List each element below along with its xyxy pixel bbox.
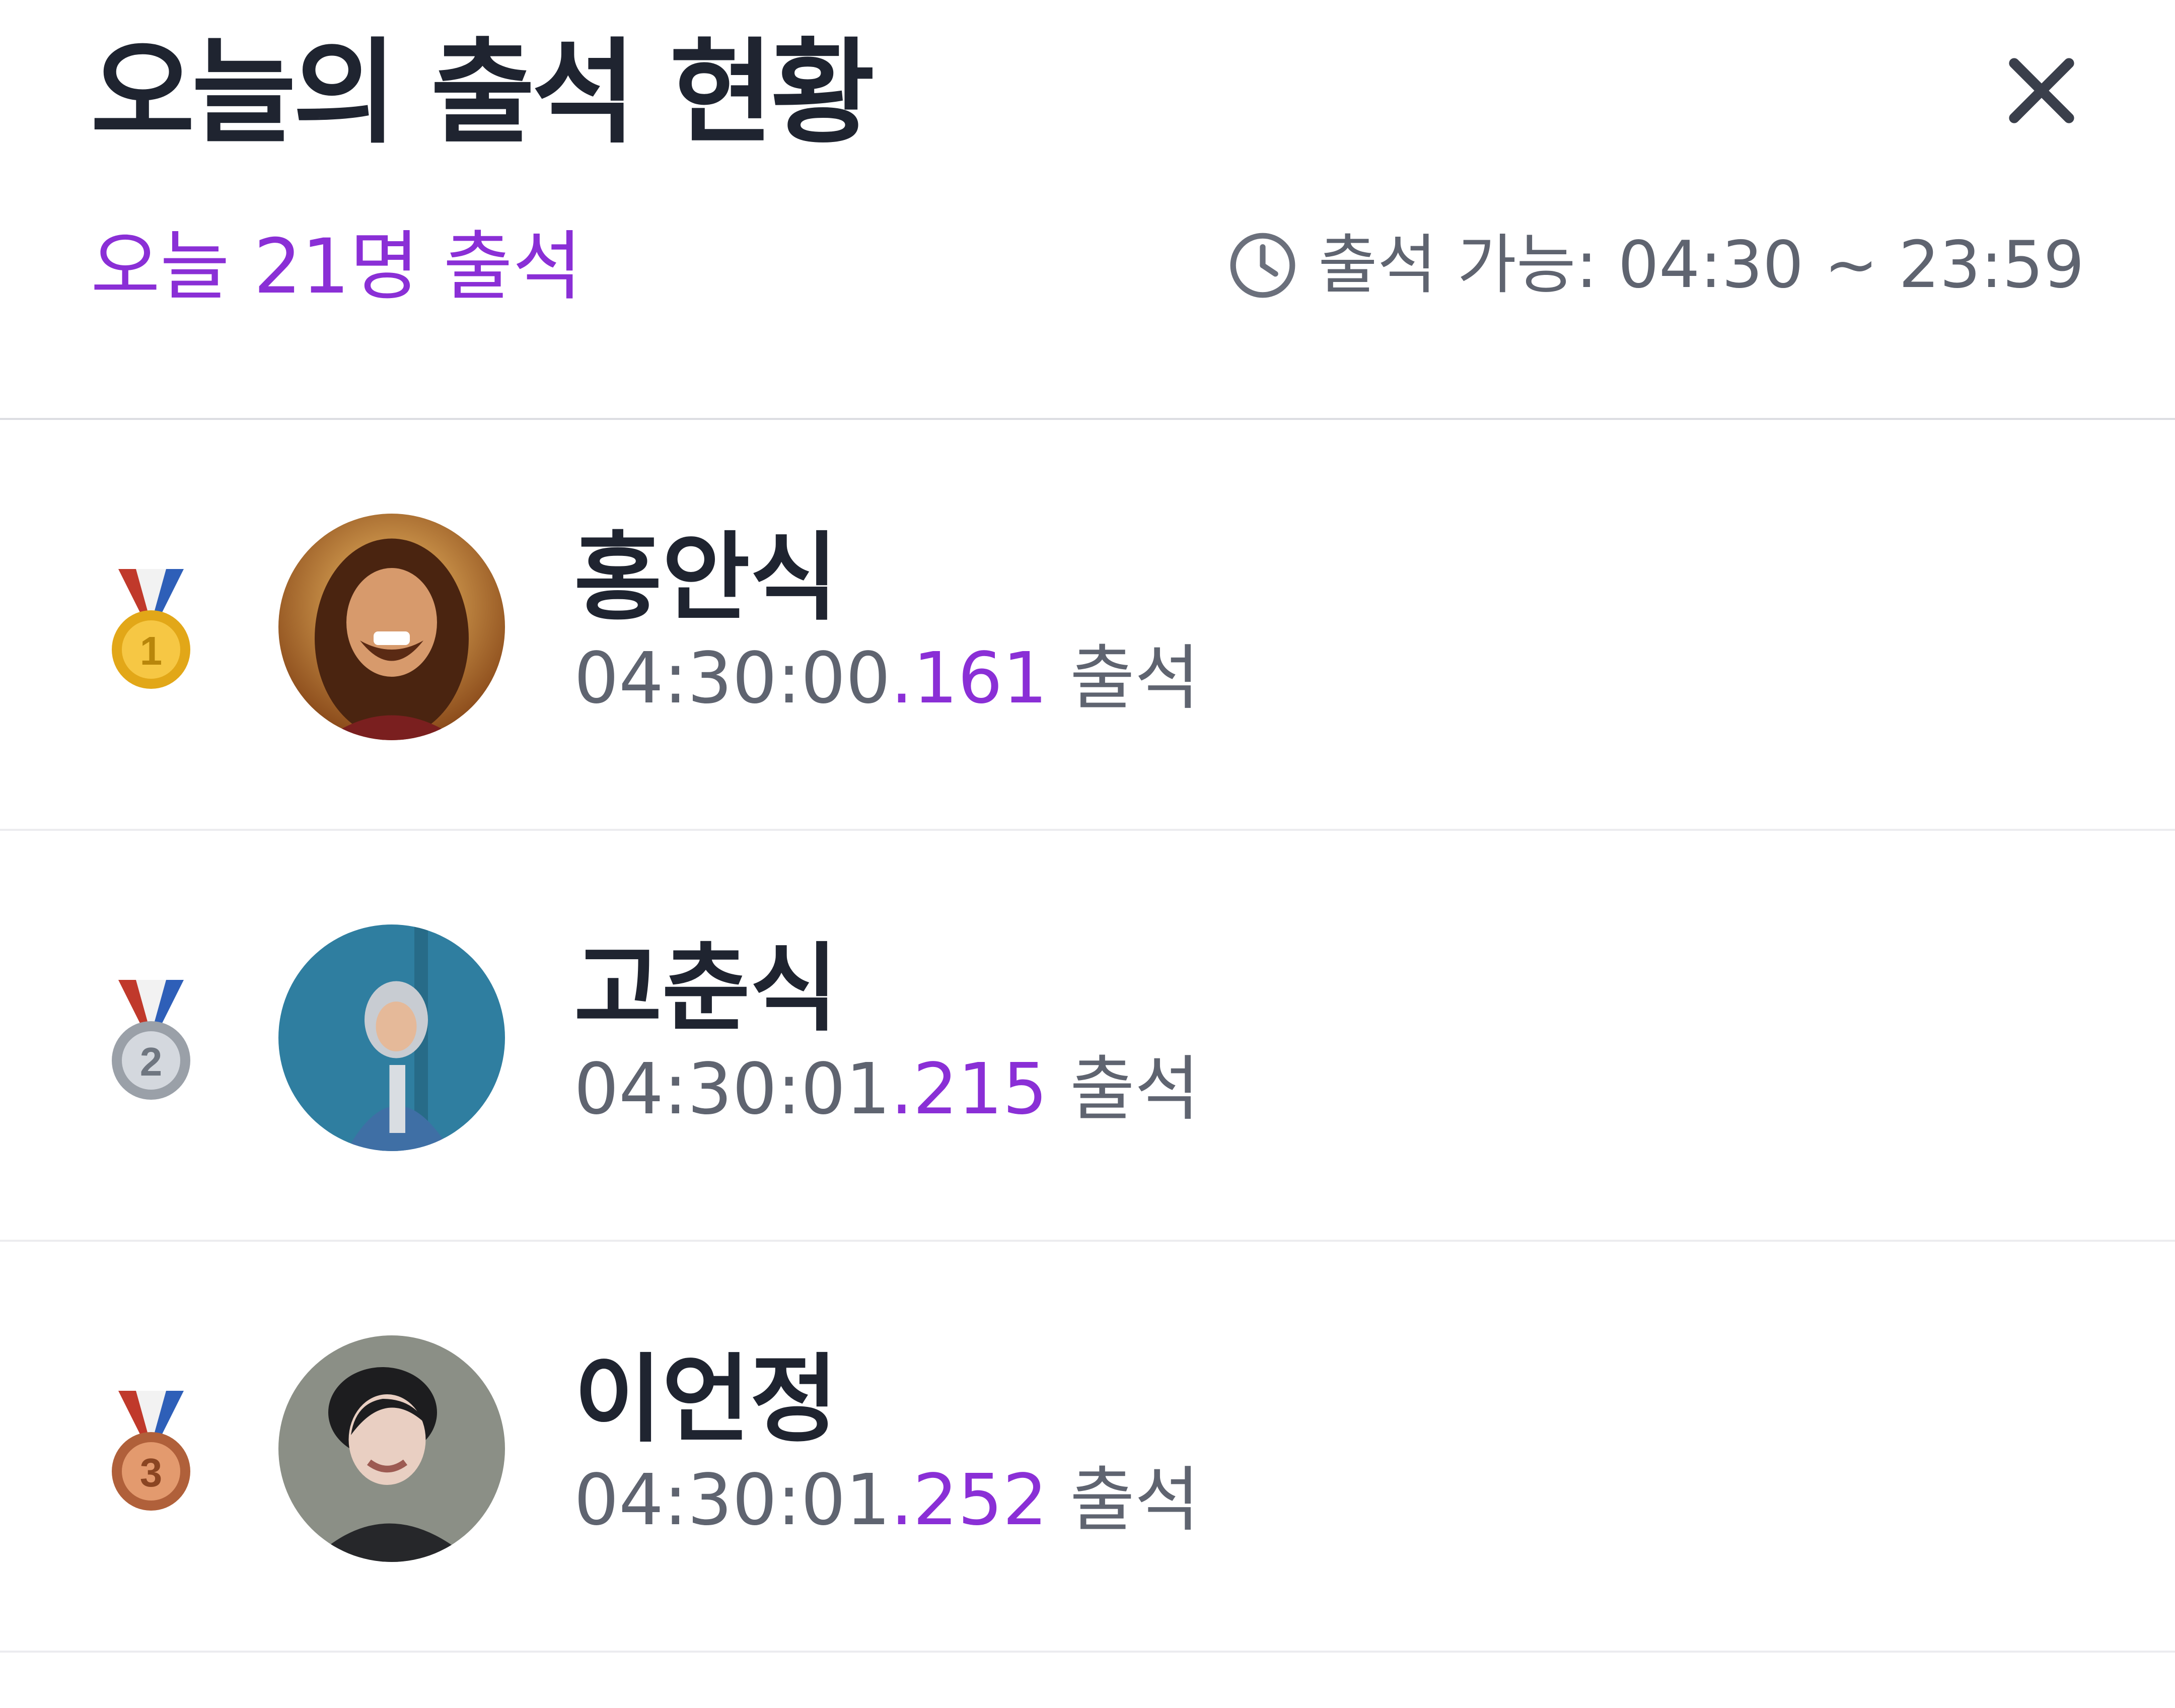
time-main: 04:30:00 bbox=[574, 637, 891, 720]
medal-rank: 2 bbox=[140, 1039, 163, 1084]
close-button[interactable] bbox=[1999, 48, 2084, 133]
time-suffix: 출석 bbox=[1047, 637, 1200, 720]
attendee-name[interactable]: 홍안식 bbox=[574, 521, 838, 635]
page-title: 오늘의 출석 현황 bbox=[91, 27, 875, 159]
attendance-window-label: 출석 가능: 04:30 ~ 23:59 bbox=[1318, 228, 2084, 303]
attendance-header: 오늘의 출석 현황 오늘 21명 출석 출석 가능: 04:30 ~ 23:59 bbox=[0, 0, 2175, 418]
attendee-name[interactable]: 고춘식 bbox=[574, 932, 838, 1046]
time-main: 04:30:01 bbox=[574, 1459, 891, 1541]
avatar[interactable] bbox=[278, 1335, 505, 1562]
attendance-count: 오늘 21명 출석 bbox=[91, 223, 583, 311]
gold-medal-icon: 1 bbox=[106, 569, 196, 695]
row-divider bbox=[0, 1651, 2175, 1653]
time-main: 04:30:01 bbox=[574, 1048, 891, 1130]
bronze-medal-icon: 3 bbox=[106, 1391, 196, 1517]
clock-icon bbox=[1227, 230, 1298, 301]
time-ms: .215 bbox=[890, 1048, 1048, 1130]
attendee-row-2[interactable]: 2 고춘식 04:30:01.215 출석 bbox=[0, 831, 2175, 1242]
silver-medal-icon: 2 bbox=[106, 980, 196, 1106]
time-ms: .161 bbox=[890, 637, 1048, 720]
attendee-row-1[interactable]: 1 홍안식 04:30:00.161 출석 bbox=[0, 420, 2175, 831]
close-icon bbox=[2009, 58, 2074, 123]
avatar[interactable] bbox=[278, 514, 505, 740]
attendee-row-3[interactable]: 3 이언정 04:30:01.252 출석 bbox=[0, 1242, 2175, 1653]
attendance-window: 출석 가능: 04:30 ~ 23:59 bbox=[1227, 227, 2084, 304]
time-suffix: 출석 bbox=[1047, 1459, 1200, 1541]
attendance-time: 04:30:01.252 출석 bbox=[574, 1458, 1200, 1543]
time-ms: .252 bbox=[890, 1459, 1048, 1541]
medal-rank: 3 bbox=[140, 1450, 163, 1495]
attendance-time: 04:30:01.215 출석 bbox=[574, 1047, 1200, 1132]
medal-rank: 1 bbox=[140, 628, 163, 673]
time-suffix: 출석 bbox=[1047, 1048, 1200, 1130]
avatar[interactable] bbox=[278, 924, 505, 1151]
attendee-name[interactable]: 이언정 bbox=[574, 1342, 838, 1457]
attendance-time: 04:30:00.161 출석 bbox=[574, 636, 1200, 721]
